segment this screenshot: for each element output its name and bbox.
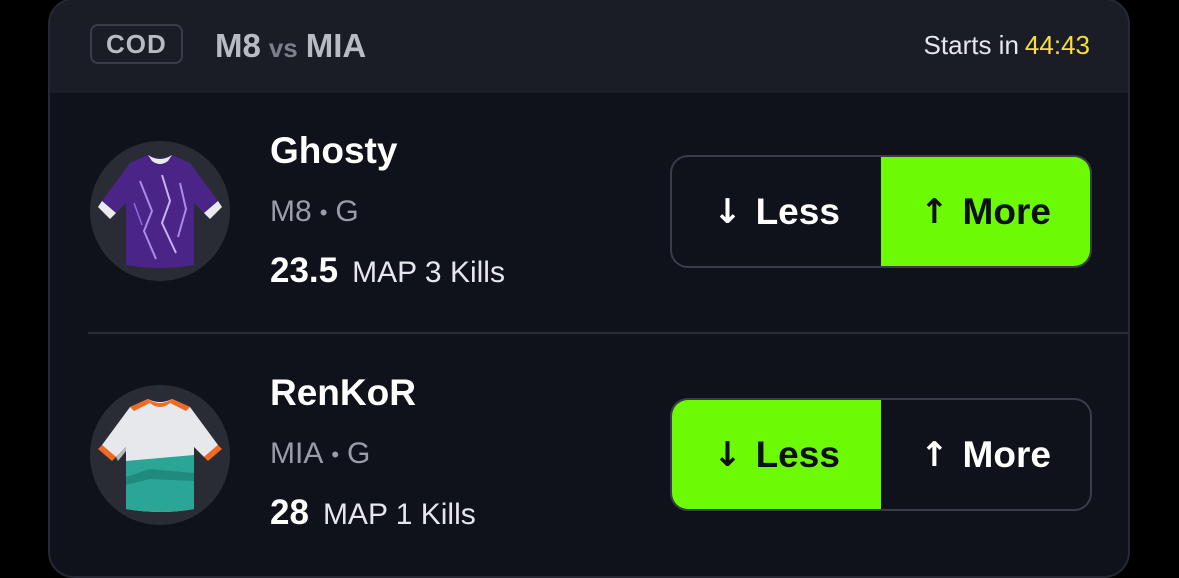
player-name: RenKoR (270, 372, 416, 413)
player-prop-row: Ghosty M8 • G 23.5 MAP 3 Kills ↓ Less ↑ More (50, 93, 1128, 333)
less-button[interactable]: ↓ Less (672, 400, 881, 509)
arrow-down-icon: ↓ (713, 434, 742, 475)
countdown-time: 44:43 (1024, 30, 1090, 60)
card-header: COD M8 vs MIA Starts in 44:43 (50, 0, 1128, 93)
player-team: M8 (270, 195, 312, 228)
more-button[interactable]: ↑ More (881, 400, 1090, 509)
purple-jersey-icon (90, 141, 230, 281)
less-label: Less (755, 190, 840, 232)
less-button[interactable]: ↓ Less (672, 157, 881, 266)
start-countdown: Starts in 44:43 (924, 28, 1090, 62)
less-more-toggle: ↓ Less ↑ More (670, 398, 1092, 511)
team-home: M8 (215, 27, 261, 64)
less-more-toggle: ↓ Less ↑ More (670, 155, 1092, 268)
player-prop-row: RenKoR MIA • G 28 MAP 1 Kills ↓ Less ↑ More (50, 335, 1128, 575)
prop-line: 23.5 MAP 3 Kills (270, 249, 505, 300)
more-button[interactable]: ↑ More (881, 157, 1090, 266)
player-position: G (347, 437, 371, 470)
starts-label: Starts in (923, 30, 1019, 60)
separator-dot: • (319, 200, 328, 226)
team-position: MIA • G (270, 434, 370, 475)
separator-dot: • (331, 442, 340, 468)
less-label: Less (755, 433, 840, 475)
stat-type: MAP 1 Kills (322, 498, 476, 531)
vs-label: vs (268, 33, 298, 63)
league-badge: COD (90, 24, 183, 64)
arrow-up-icon: ↑ (920, 434, 949, 475)
line-value: 28 (270, 493, 309, 532)
line-value: 23.5 (270, 251, 339, 290)
teal-white-jersey-icon (90, 385, 230, 525)
team-away: MIA (305, 27, 367, 64)
team-position: M8 • G (270, 192, 359, 233)
player-team: MIA (270, 437, 324, 470)
arrow-up-icon: ↑ (920, 191, 949, 232)
matchup-title: M8 vs MIA (215, 24, 366, 70)
arrow-down-icon: ↓ (713, 191, 742, 232)
more-label: More (962, 433, 1051, 475)
player-name: Ghosty (270, 130, 398, 171)
prop-line: 28 MAP 1 Kills (270, 491, 476, 542)
more-label: More (962, 190, 1051, 232)
stat-type: MAP 3 Kills (352, 256, 505, 289)
row-divider (88, 332, 1128, 334)
player-position: G (335, 195, 359, 228)
matchup-card: COD M8 vs MIA Starts in 44:43 Ghosty M8 • G (48, 0, 1130, 578)
